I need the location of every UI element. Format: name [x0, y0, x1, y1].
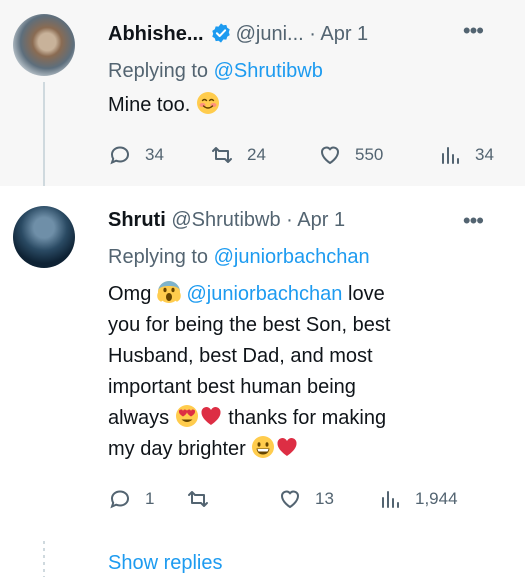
text-segment: always [108, 407, 170, 429]
text-segment: love [348, 283, 385, 305]
views-button[interactable]: 1,944 [378, 484, 458, 514]
screaming-face-emoji-icon [157, 281, 181, 303]
heart-icon [320, 146, 340, 165]
mention-link[interactable]: @juniorbachchan [186, 283, 342, 305]
author-name[interactable]: Shruti [108, 209, 166, 231]
tweet-date[interactable]: Apr 1 [320, 23, 368, 45]
replying-to-label: Replying to [108, 246, 209, 268]
avatar[interactable] [13, 14, 75, 76]
tweet-reply-abhishek[interactable]: Abhishe... @juni... · Apr 1 ••• Replying … [0, 0, 525, 186]
tweet-line-1: Omg @juniorbachchan love [108, 279, 508, 310]
tweet-line-3: Husband, best Dad, and most [108, 345, 373, 367]
heart-icon [280, 490, 300, 509]
author-handle[interactable]: @juni... [236, 23, 304, 45]
retweet-button[interactable] [186, 484, 223, 514]
verified-badge-icon [211, 23, 230, 43]
replying-to-mention[interactable]: @Shrutibwb [214, 60, 323, 82]
tweet-header: Shruti @Shrutibwb · Apr 1 [108, 208, 345, 232]
like-button[interactable]: 550 [318, 140, 383, 170]
text-segment: thanks for making [228, 407, 387, 429]
reply-button[interactable]: 34 [108, 140, 164, 170]
reply-icon [110, 146, 130, 165]
thread-line [43, 82, 45, 186]
tweet-text: Omg @juniorbachchan love you for being t… [108, 279, 508, 465]
reply-button[interactable]: 1 [108, 484, 154, 514]
like-button[interactable]: 13 [278, 484, 334, 514]
thread-dotted-line [43, 541, 45, 577]
tweet-line-4: important best human being [108, 376, 356, 398]
author-handle[interactable]: @Shrutibwb [171, 209, 280, 231]
replying-to: Replying to @Shrutibwb [108, 59, 323, 83]
author-name[interactable]: Abhishe... [108, 23, 204, 45]
text-segment: Omg [108, 283, 152, 305]
smiling-blush-emoji-icon [196, 92, 219, 114]
tweet-date[interactable]: Apr 1 [297, 209, 345, 231]
tweet-line-6: my day brighter [108, 434, 508, 465]
replying-to-label: Replying to [108, 60, 209, 82]
separator-dot: · [286, 209, 293, 231]
replying-to-mention[interactable]: @juniorbachchan [214, 246, 370, 268]
view-count: 34 [475, 145, 494, 164]
like-count: 550 [355, 145, 384, 164]
more-options-icon[interactable]: ••• [463, 20, 484, 42]
like-count: 13 [315, 489, 334, 508]
reply-count: 1 [145, 489, 155, 508]
text-segment: my day brighter [108, 438, 246, 460]
tweet-line-2: you for being the best Son, best [108, 314, 391, 336]
grinning-face-emoji-icon [252, 436, 275, 458]
views-chart-icon [382, 491, 399, 508]
tweet-line-5: always thanks for making [108, 403, 508, 434]
reply-count: 34 [145, 145, 164, 164]
retweet-icon [212, 147, 232, 163]
heart-eyes-emoji-icon [175, 405, 198, 427]
tweet-reply-shruti[interactable]: Shruti @Shrutibwb · Apr 1 ••• Replying t… [0, 186, 525, 580]
tweet-header: Abhishe... @juni... · Apr 1 [108, 22, 368, 46]
views-chart-icon [442, 147, 459, 164]
separator-dot: · [309, 23, 316, 45]
red-heart-emoji-icon [201, 407, 221, 425]
retweet-icon [188, 491, 208, 507]
show-replies-link[interactable]: Show replies [108, 552, 223, 575]
tweet-text: Mine too. [108, 90, 508, 121]
retweet-count: 24 [247, 145, 266, 164]
tweet-text-content: Mine too. [108, 94, 191, 116]
retweet-button[interactable]: 24 [210, 140, 266, 170]
reply-icon [110, 490, 130, 509]
replying-to: Replying to @juniorbachchan [108, 245, 370, 269]
avatar[interactable] [13, 206, 75, 268]
view-count: 1,944 [415, 489, 458, 508]
more-options-icon[interactable]: ••• [463, 210, 484, 232]
views-button[interactable]: 34 [438, 140, 494, 170]
red-heart-emoji-icon [277, 438, 297, 456]
